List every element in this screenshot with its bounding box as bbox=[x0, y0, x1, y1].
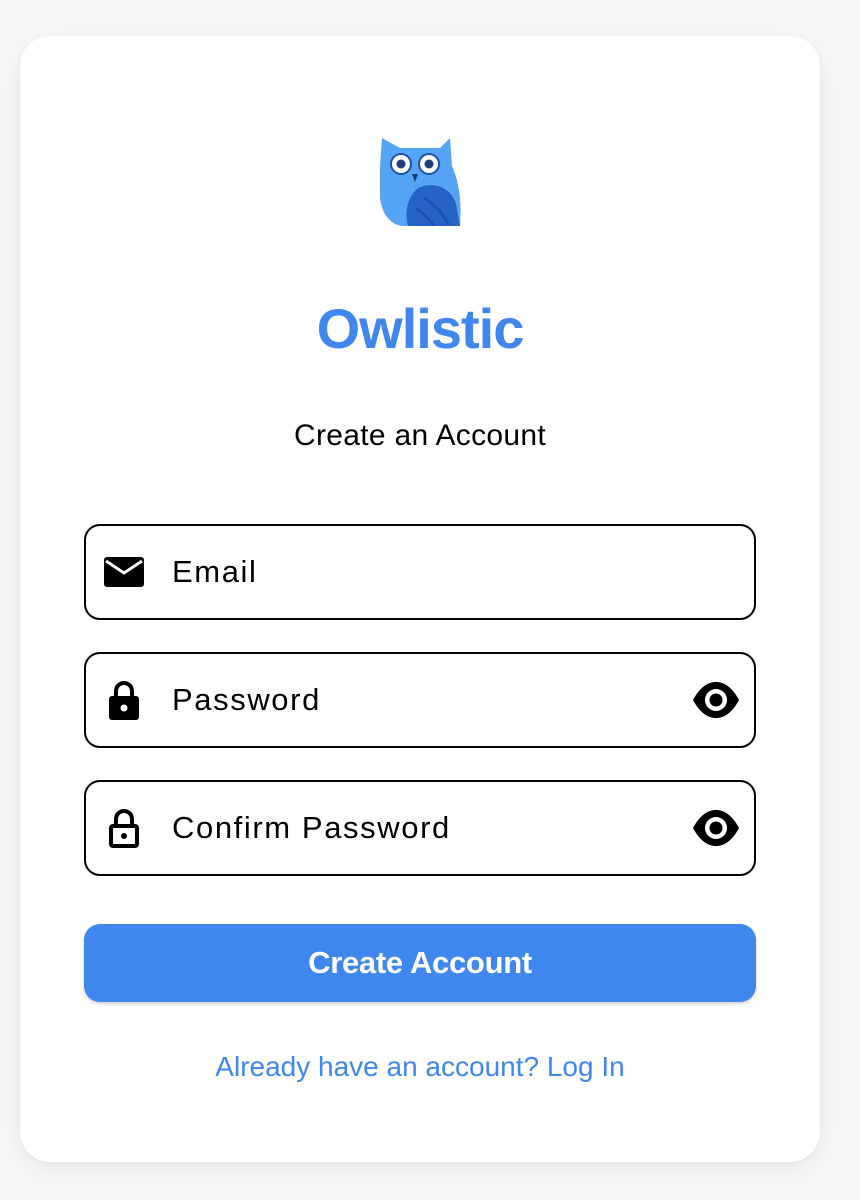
signup-card: Owlistic Create an Account Email Create … bbox=[20, 36, 820, 1162]
envelope-icon bbox=[104, 557, 144, 587]
lock-outline-icon bbox=[109, 809, 139, 848]
login-link[interactable]: Already have an account? Log In bbox=[20, 1048, 820, 1086]
password-field[interactable] bbox=[84, 652, 756, 748]
eye-icon[interactable] bbox=[692, 678, 740, 722]
email-input[interactable] bbox=[172, 526, 652, 618]
create-account-button[interactable]: Create Account bbox=[84, 924, 756, 1002]
eye-icon[interactable] bbox=[692, 806, 740, 850]
password-input[interactable] bbox=[172, 654, 652, 746]
confirm-password-field[interactable] bbox=[84, 780, 756, 876]
owl-pupil-right bbox=[424, 159, 434, 169]
confirm-password-input[interactable] bbox=[172, 782, 652, 874]
owl-pupil-left bbox=[396, 159, 406, 169]
brand-name: Owlistic bbox=[316, 297, 525, 360]
lock-icon bbox=[109, 681, 139, 720]
email-field[interactable] bbox=[84, 524, 756, 620]
page-title: Create an Account bbox=[294, 419, 546, 452]
owl-logo-icon bbox=[380, 138, 461, 226]
